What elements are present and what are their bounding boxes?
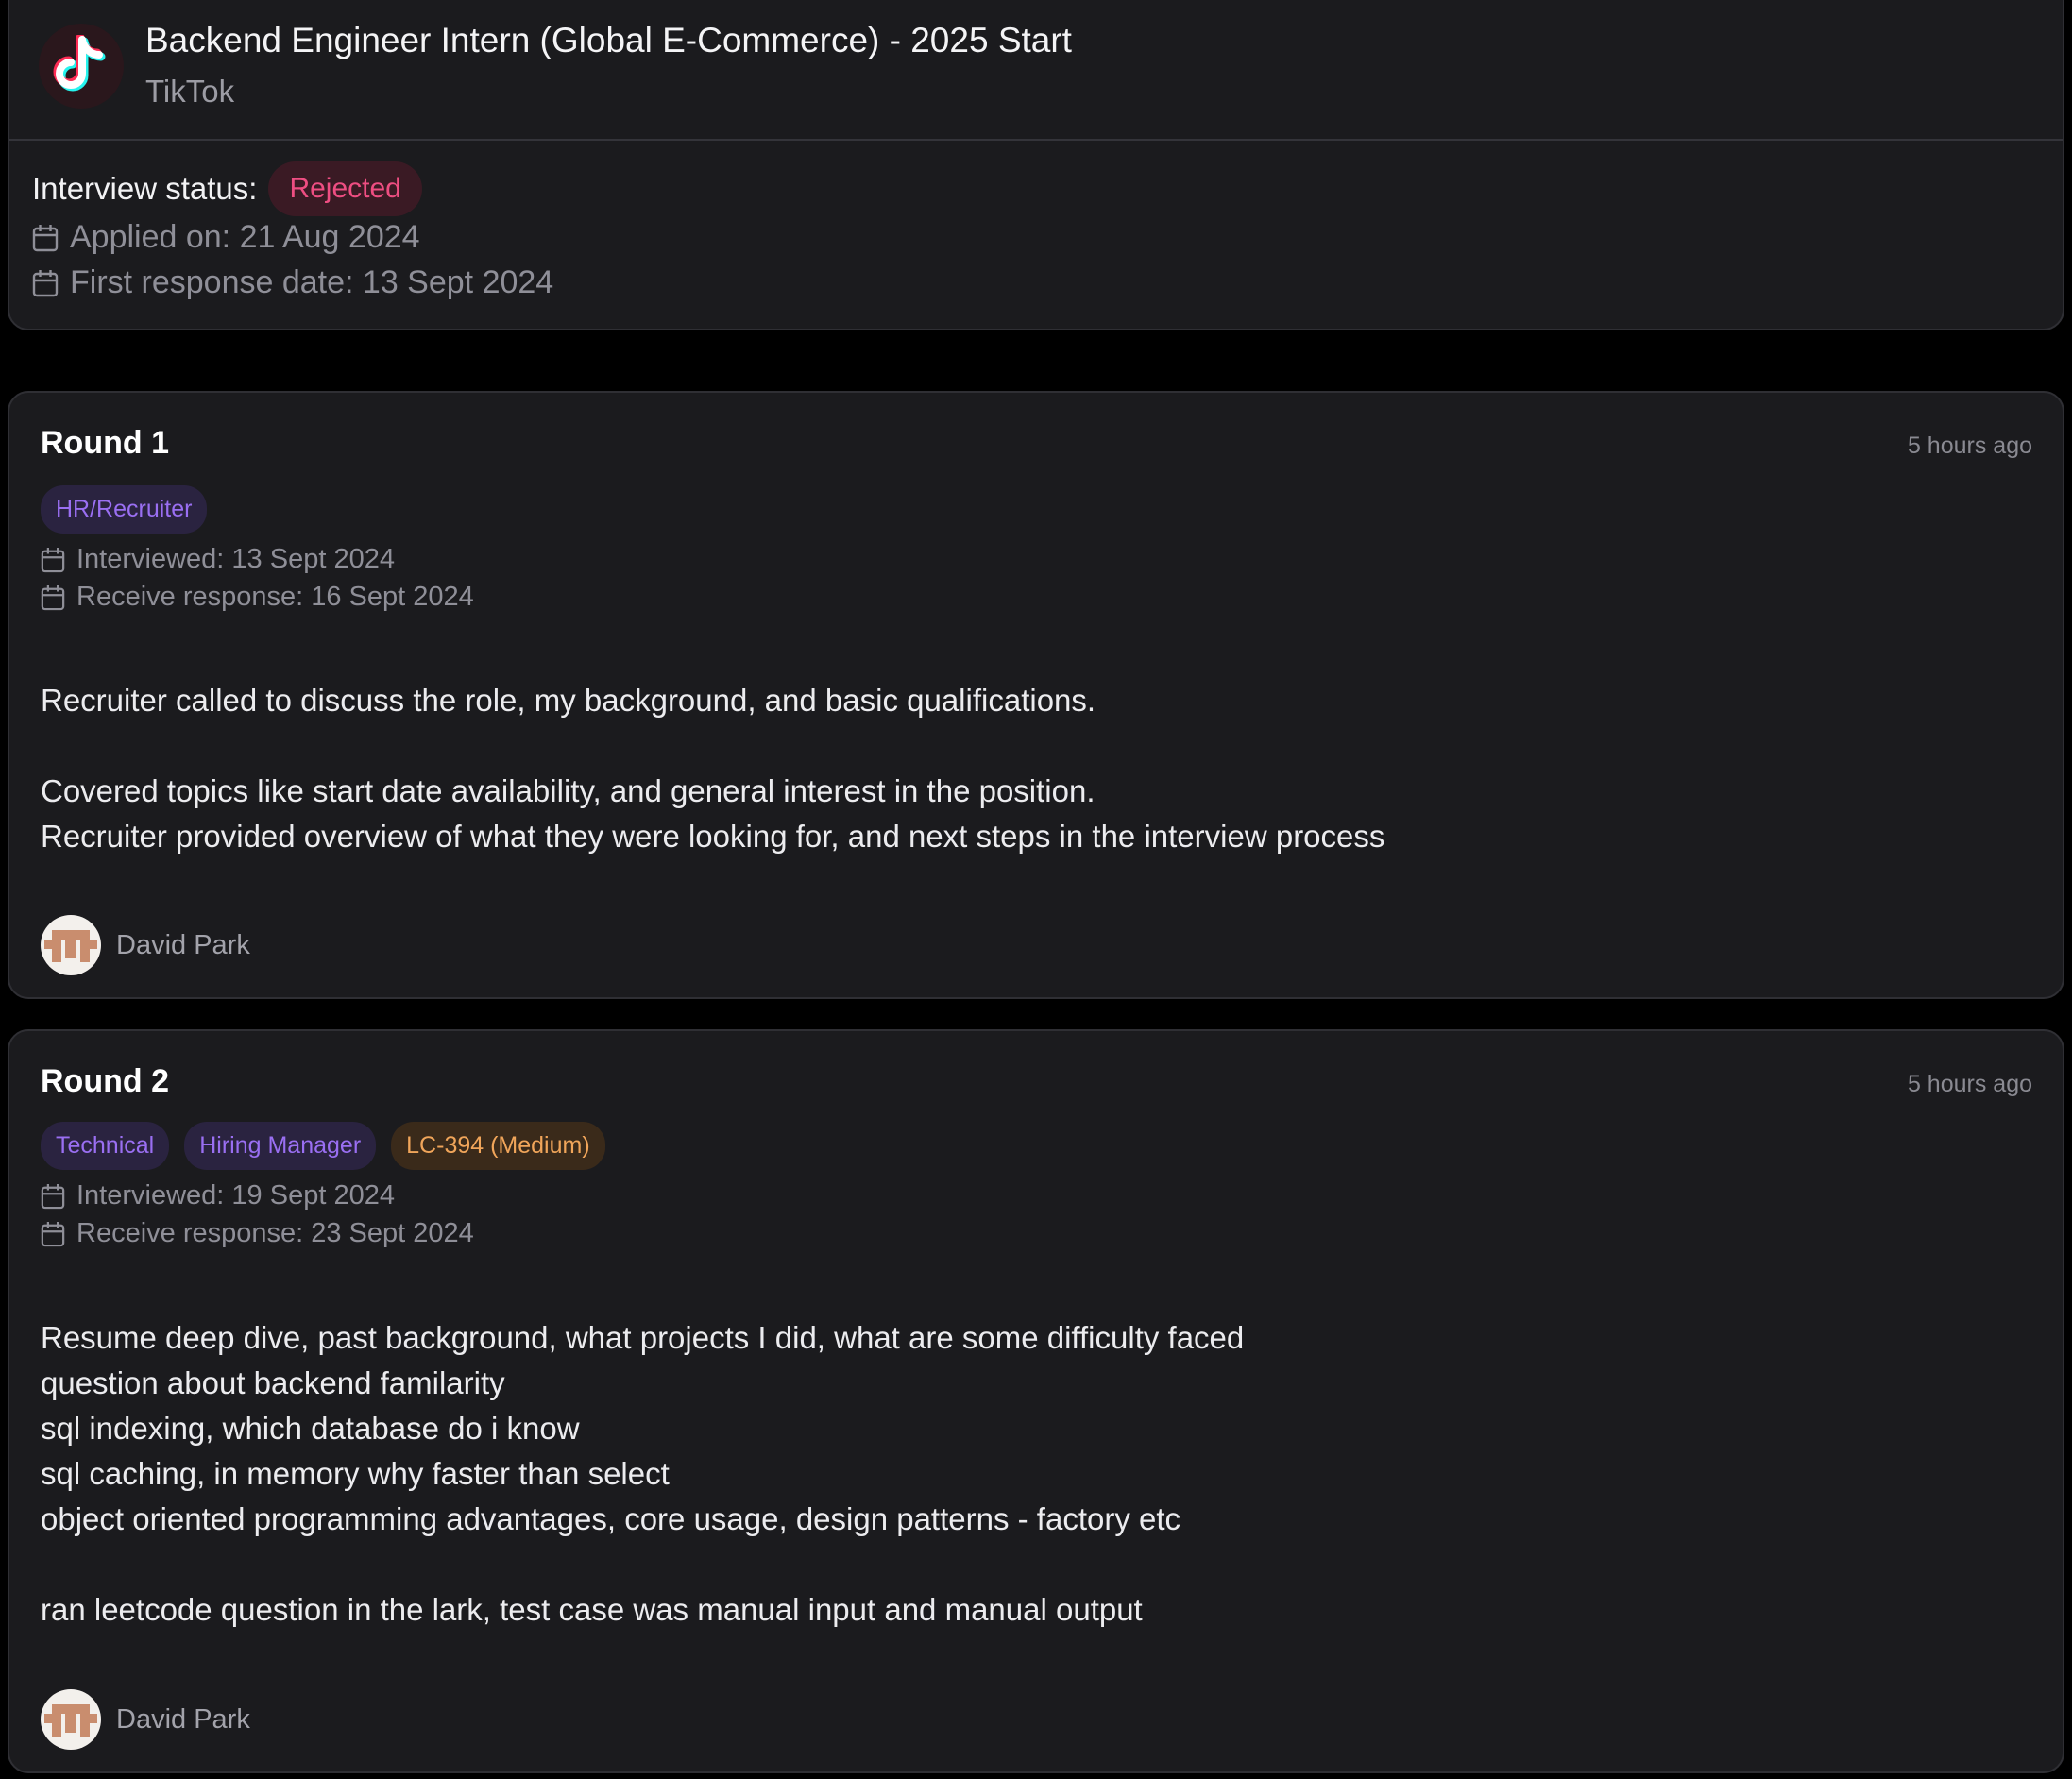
- status-badge: Rejected: [268, 161, 422, 216]
- status-label: Interview status:: [32, 171, 258, 206]
- user-avatar[interactable]: [41, 915, 101, 975]
- response-date: Receive response: 23 Sept 2024: [41, 1218, 474, 1249]
- round-author[interactable]: David Park: [41, 1689, 250, 1750]
- calendar-icon: [41, 585, 65, 610]
- response-date: Receive response: 16 Sept 2024: [41, 582, 474, 613]
- user-avatar[interactable]: [41, 1689, 101, 1750]
- round-notes: Recruiter called to discuss the role, my…: [41, 683, 1385, 854]
- company-logo: [39, 24, 124, 109]
- first-response-text: First response date: 13 Sept 2024: [70, 264, 554, 300]
- response-text: Receive response: 23 Sept 2024: [76, 1218, 474, 1248]
- first-response: First response date: 13 Sept 2024: [32, 264, 553, 301]
- round-tags: Technical Hiring Manager LC-394 (Medium): [41, 1122, 605, 1170]
- calendar-icon: [41, 1183, 65, 1209]
- interview-status: Interview status: Rejected: [32, 161, 422, 216]
- round-timestamp: 5 hours ago: [1907, 1071, 2032, 1097]
- interviewed-text: Interviewed: 19 Sept 2024: [76, 1180, 395, 1211]
- tag-technical: Technical: [41, 1122, 170, 1170]
- round-title: Round 1: [41, 425, 169, 461]
- round-card: Round 2 5 hours ago Technical Hiring Man…: [8, 1029, 2064, 1773]
- round-tags: HR/Recruiter: [41, 485, 208, 534]
- calendar-icon: [32, 224, 59, 251]
- author-name[interactable]: David Park: [116, 1704, 250, 1736]
- response-text: Receive response: 16 Sept 2024: [76, 582, 474, 612]
- interviewed-date: Interviewed: 13 Sept 2024: [41, 544, 395, 575]
- round-timestamp: 5 hours ago: [1907, 432, 2032, 459]
- job-title: Backend Engineer Intern (Global E-Commer…: [145, 21, 1072, 59]
- round-author[interactable]: David Park: [41, 915, 250, 975]
- applied-on-text: Applied on: 21 Aug 2024: [70, 219, 420, 255]
- job-card: Backend Engineer Intern (Global E-Commer…: [8, 0, 2064, 330]
- interviewed-text: Interviewed: 13 Sept 2024: [76, 544, 395, 574]
- author-name[interactable]: David Park: [116, 930, 250, 961]
- calendar-icon: [41, 1221, 65, 1246]
- calendar-icon: [41, 547, 65, 572]
- company-name: TikTok: [145, 74, 235, 109]
- calendar-icon: [32, 269, 59, 296]
- round-card: Round 1 5 hours ago HR/Recruiter Intervi…: [8, 391, 2064, 999]
- applied-on: Applied on: 21 Aug 2024: [32, 219, 420, 256]
- job-header: Backend Engineer Intern (Global E-Commer…: [9, 0, 2063, 141]
- tag-hiring-manager: Hiring Manager: [184, 1122, 377, 1170]
- tag-hr-recruiter: HR/Recruiter: [41, 485, 208, 534]
- round-title: Round 2: [41, 1063, 169, 1099]
- round-notes: Resume deep dive, past background, what …: [41, 1320, 1245, 1627]
- tag-leetcode: LC-394 (Medium): [391, 1122, 605, 1170]
- interviewed-date: Interviewed: 19 Sept 2024: [41, 1180, 395, 1211]
